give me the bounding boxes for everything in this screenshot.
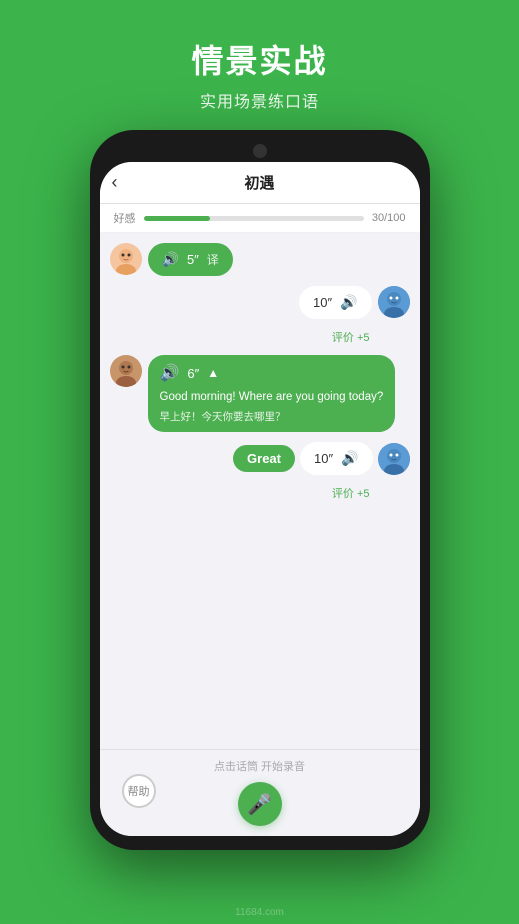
- sound-icon: 🔊: [340, 294, 357, 311]
- page-title: 情景实战: [191, 36, 327, 82]
- sound-icon: 🔊: [341, 450, 358, 467]
- phone-notch: [253, 144, 267, 158]
- app-header: ‹ 初遇: [100, 162, 420, 204]
- progress-bar-background: [144, 216, 364, 221]
- avatar-male: [378, 286, 410, 318]
- message-row: 🔊 5″ 译: [110, 243, 410, 276]
- phone-frame: ‹ 初遇 好感 30/100: [90, 130, 430, 850]
- great-button[interactable]: Great: [233, 445, 295, 472]
- audio-bubble-right-1[interactable]: 10″ 🔊: [299, 286, 372, 319]
- score-label-2: 评价 +5: [332, 485, 370, 501]
- progress-bar-fill: [144, 216, 210, 221]
- score-label: 评价 +5: [332, 329, 370, 345]
- avatar-female1: [110, 243, 142, 275]
- watermark: 11684.com: [0, 907, 519, 918]
- progress-value: 30/100: [372, 212, 406, 224]
- audio-bubble-right-2[interactable]: 10″ 🔊: [300, 442, 373, 475]
- message-row: 10″ 🔊: [110, 286, 410, 319]
- back-button[interactable]: ‹: [112, 172, 118, 193]
- top-section: 情景实战 实用场景练口语: [0, 0, 519, 130]
- duration-label: 10″: [314, 451, 333, 466]
- progress-label: 好感: [114, 210, 136, 226]
- combo-row: Great 10″ 🔊: [110, 442, 410, 475]
- expanded-header: 🔊 6″ ▲: [160, 363, 384, 383]
- score-row-2: 评价 +5: [110, 485, 410, 501]
- help-label: 帮助: [128, 783, 150, 799]
- avatar-female2: [110, 355, 142, 387]
- page-subtitle: 实用场景练口语: [200, 88, 319, 112]
- progress-row: 好感 30/100: [100, 204, 420, 233]
- mic-icon: 🎤: [247, 792, 272, 817]
- chevron-up-icon: ▲: [207, 366, 219, 380]
- help-button[interactable]: 帮助: [122, 774, 156, 808]
- duration-label: 10″: [313, 295, 332, 310]
- score-row: 评价 +5: [110, 329, 410, 345]
- duration-label: 5″: [187, 252, 199, 267]
- message-row: 🔊 6″ ▲ Good morning! Where are you going…: [110, 355, 410, 432]
- phone-screen: ‹ 初遇 好感 30/100: [100, 162, 420, 836]
- duration-label: 6″: [187, 366, 199, 381]
- translate-button[interactable]: 译: [207, 251, 219, 268]
- mic-button[interactable]: 🎤: [238, 782, 282, 826]
- audio-bubble-left-1[interactable]: 🔊 5″ 译: [148, 243, 233, 276]
- sound-icon: 🔊: [162, 251, 179, 268]
- sound-icon: 🔊: [160, 363, 180, 383]
- english-text: Good morning! Where are you going today?: [160, 389, 384, 406]
- app-footer: 点击话筒 开始录音 🎤 帮助: [100, 749, 420, 836]
- avatar-male-2: [378, 443, 410, 475]
- chinese-text: 早上好！今天你要去哪里？: [160, 409, 384, 424]
- chat-area: 🔊 5″ 译 10″: [100, 233, 420, 749]
- footer-hint: 点击话筒 开始录音: [214, 758, 305, 774]
- header-title: 初遇: [244, 172, 274, 193]
- expanded-audio-bubble[interactable]: 🔊 6″ ▲ Good morning! Where are you going…: [148, 355, 396, 432]
- expanded-text: Good morning! Where are you going today?…: [160, 389, 384, 424]
